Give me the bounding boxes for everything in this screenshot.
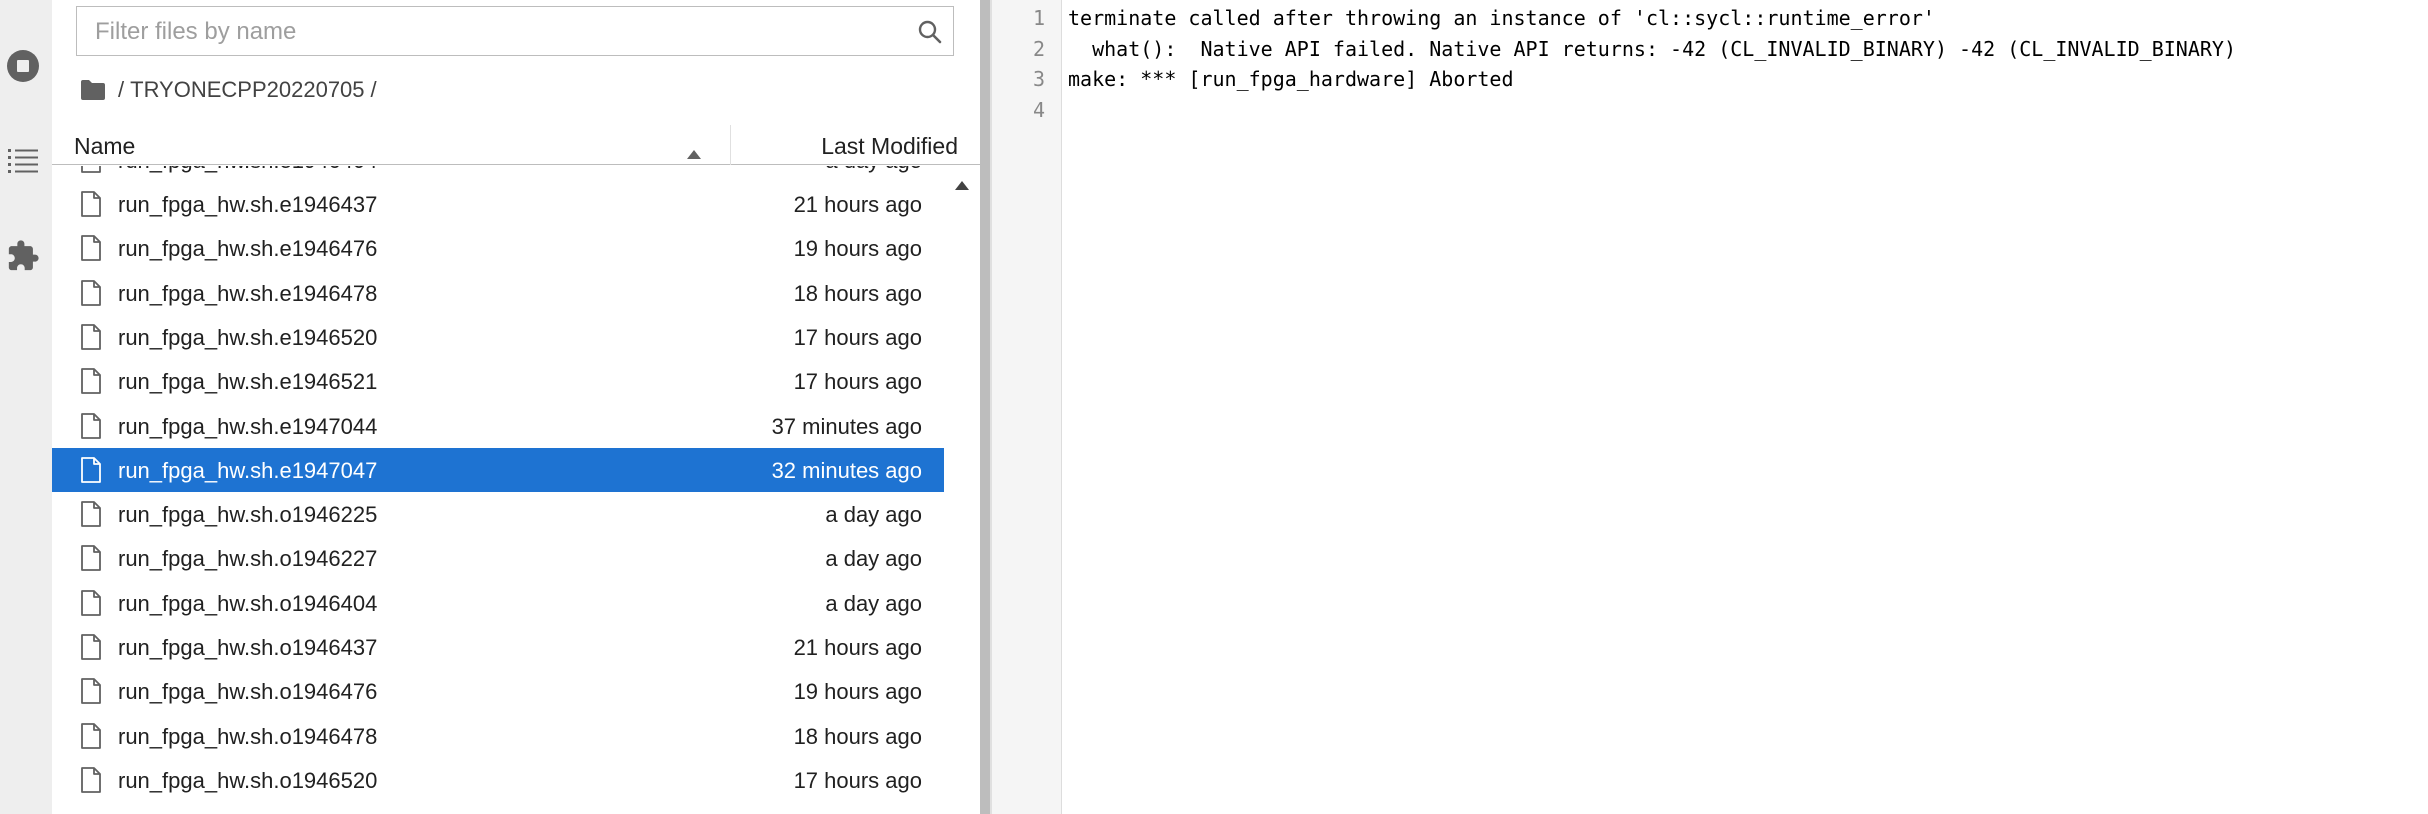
list-item[interactable]: run_fpga_hw.sh.e1946476 19 hours ago (52, 226, 944, 270)
file-name: run_fpga_hw.sh.e1946404 (118, 166, 377, 174)
file-modified: 18 hours ago (793, 280, 922, 306)
panel-resize-handle[interactable] (980, 0, 990, 814)
file-modified: 21 hours ago (793, 635, 922, 660)
breadcrumb-trailing-separator: / (370, 77, 377, 102)
file-modified: 18 hours ago (793, 723, 922, 749)
extension-manager-icon[interactable] (4, 237, 42, 275)
file-name: run_fpga_hw.sh.o1946520 (118, 767, 378, 793)
list-item[interactable]: run_fpga_hw.sh.e1946520 17 hours ago (52, 315, 944, 359)
file-name: run_fpga_hw.sh.e1946437 (118, 192, 378, 217)
list-item[interactable]: run_fpga_hw.sh.o1946227 a day ago (52, 536, 944, 580)
filter-files-input[interactable] (93, 7, 897, 57)
file-name: run_fpga_hw.sh.e1946521 (118, 369, 378, 395)
list-item[interactable]: run_fpga_hw.sh.e1946404 a day ago (52, 166, 944, 182)
list-item[interactable]: run_fpga_hw.sh.e1947047 32 minutes ago (52, 447, 944, 492)
search-icon[interactable] (917, 19, 943, 45)
activity-bar (0, 0, 52, 814)
line-number: 1 (1032, 6, 1045, 30)
file-icon (80, 412, 102, 439)
file-icon (80, 235, 102, 262)
list-item[interactable]: run_fpga_hw.sh.e1947044 37 minutes ago (52, 404, 944, 448)
line-number: 3 (1032, 67, 1045, 91)
file-icon (80, 191, 102, 217)
file-browser-panel: / TRYONECPP20220705 / Name Last Modified… (52, 0, 980, 814)
file-name: run_fpga_hw.sh.e1947047 (118, 457, 378, 483)
file-modified: 37 minutes ago (771, 413, 922, 439)
file-name: run_fpga_hw.sh.o1946437 (118, 635, 378, 660)
line-number-gutter: 1 2 3 4 (992, 0, 1062, 814)
file-modified: 19 hours ago (793, 679, 922, 705)
list-item[interactable]: run_fpga_hw.sh.o1946404 a day ago (52, 581, 944, 625)
breadcrumb-separator: / (118, 77, 125, 102)
file-modified: 17 hours ago (793, 324, 922, 350)
filter-box (76, 6, 954, 57)
file-name: run_fpga_hw.sh.o1946227 (118, 546, 378, 572)
file-modified: 32 minutes ago (771, 457, 922, 483)
file-icon (80, 166, 102, 173)
file-name: run_fpga_hw.sh.o1946478 (118, 723, 378, 749)
file-modified: 21 hours ago (793, 192, 922, 217)
running-terminals-icon[interactable] (4, 47, 42, 85)
file-name: run_fpga_hw.sh.e1946520 (118, 324, 378, 350)
scroll-up-arrow-icon[interactable] (953, 178, 971, 190)
file-icon (80, 766, 102, 793)
list-item[interactable]: run_fpga_hw.sh.o1946225 a day ago (52, 492, 944, 536)
file-list-scrollbar[interactable] (944, 166, 980, 814)
column-header-name[interactable]: Name (74, 133, 135, 160)
folder-icon[interactable] (80, 79, 106, 101)
file-icon (80, 634, 102, 660)
file-modified: 17 hours ago (793, 767, 922, 793)
file-icon (80, 589, 102, 616)
file-name: run_fpga_hw.sh.e1946476 (118, 236, 378, 262)
column-divider[interactable] (730, 125, 731, 165)
list-item[interactable]: run_fpga_hw.sh.o1946478 18 hours ago (52, 714, 944, 758)
file-icon (80, 501, 102, 527)
file-modified: a day ago (825, 166, 922, 174)
file-icon (80, 678, 102, 705)
file-modified: a day ago (825, 546, 922, 572)
list-item[interactable]: run_fpga_hw.sh.o1946476 19 hours ago (52, 669, 944, 713)
file-modified: a day ago (825, 590, 922, 616)
list-item[interactable]: run_fpga_hw.sh.e1946478 18 hours ago (52, 271, 944, 315)
code-line[interactable]: terminate called after throwing an insta… (1068, 6, 1935, 30)
list-item[interactable]: run_fpga_hw.sh.e1946437 21 hours ago (52, 182, 944, 226)
file-icon (80, 279, 102, 306)
line-number: 2 (1032, 36, 1045, 61)
breadcrumb: / TRYONECPP20220705 / (80, 74, 383, 106)
breadcrumb-folder-link[interactable]: TRYONECPP20220705 (130, 77, 364, 103)
file-name: run_fpga_hw.sh.e1946478 (118, 280, 378, 306)
file-icon (80, 456, 102, 483)
file-icon (80, 368, 102, 395)
file-modified: 19 hours ago (793, 236, 922, 262)
file-modified: 17 hours ago (793, 369, 922, 395)
file-name: run_fpga_hw.sh.e1947044 (118, 413, 378, 439)
text-editor[interactable]: 1 2 3 4 terminate called after throwing an … (992, 0, 2428, 814)
file-name: run_fpga_hw.sh.o1946476 (118, 679, 378, 705)
file-modified: a day ago (825, 502, 922, 528)
code-line[interactable]: what(): Native API failed. Native API re… (1068, 37, 2236, 61)
file-icon (80, 323, 102, 350)
file-icon (80, 722, 102, 749)
file-name: run_fpga_hw.sh.o1946225 (118, 502, 378, 528)
line-number: 4 (1032, 97, 1045, 122)
table-of-contents-icon[interactable] (4, 141, 42, 179)
file-name: run_fpga_hw.sh.o1946404 (118, 590, 378, 616)
column-header-last-modified[interactable]: Last Modified (821, 133, 958, 160)
sort-ascending-icon[interactable] (685, 139, 703, 159)
file-icon (80, 545, 102, 572)
list-item[interactable]: run_fpga_hw.sh.o1946437 21 hours ago (52, 625, 944, 669)
code-line[interactable]: make: *** [run_fpga_hardware] Aborted (1068, 67, 1514, 91)
file-list: run_fpga_hw.sh.e1946404 a day ago run_fp… (52, 166, 944, 814)
list-item[interactable]: run_fpga_hw.sh.o1946520 17 hours ago (52, 758, 944, 802)
file-list-header: Name Last Modified (52, 125, 980, 165)
list-item[interactable]: run_fpga_hw.sh.e1946521 17 hours ago (52, 359, 944, 403)
